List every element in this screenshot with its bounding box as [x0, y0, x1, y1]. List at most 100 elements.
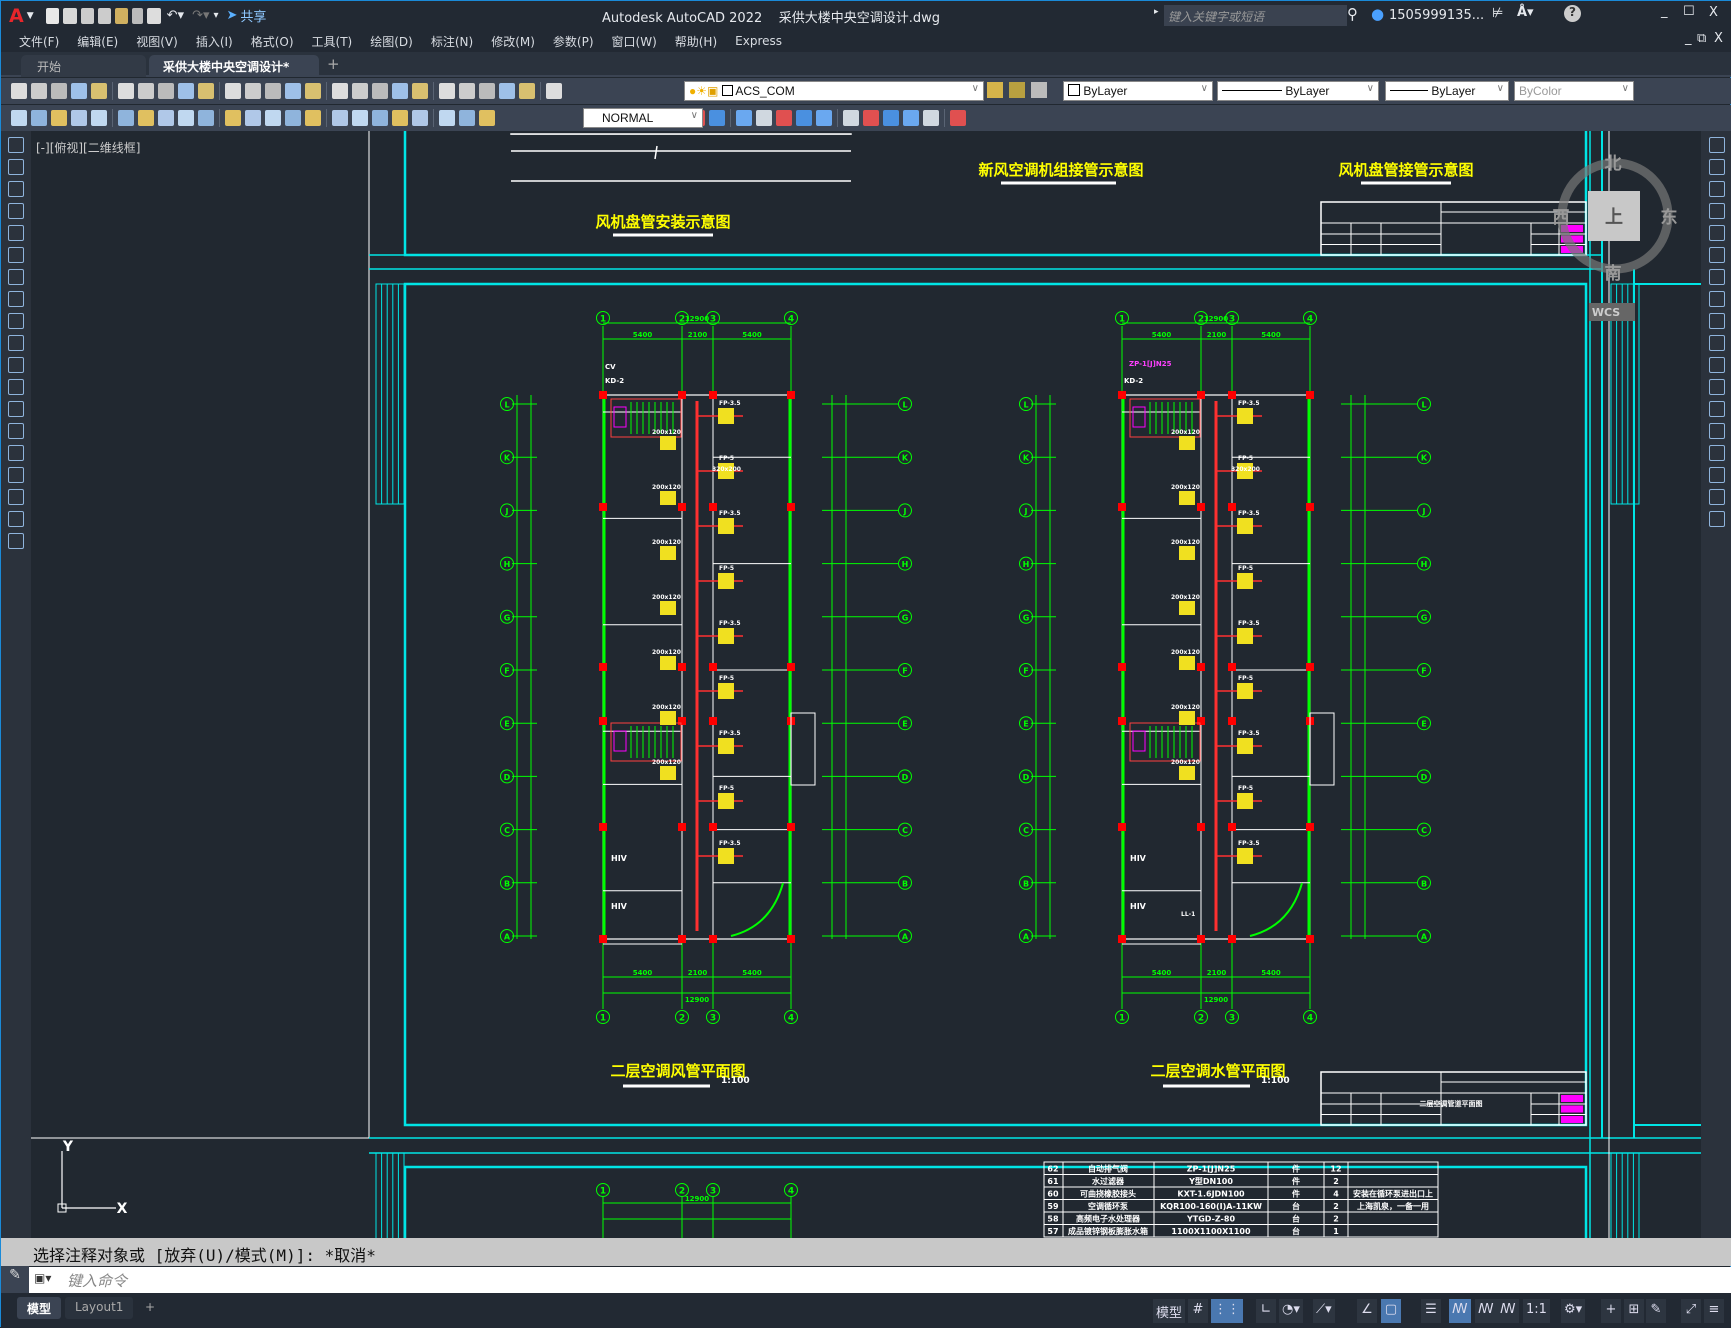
- draw-tool-icon[interactable]: [8, 423, 24, 439]
- drawing-canvas[interactable]: 风机盘管安装示意图新风空调机组接管示意图风机盘管接管示意图二层空调管道平面图12…: [31, 131, 1701, 1238]
- jogged-linear-icon[interactable]: [412, 110, 428, 126]
- new-tab-button[interactable]: +: [327, 55, 340, 73]
- properties-icon[interactable]: [392, 83, 408, 99]
- copy-icon[interactable]: [178, 83, 194, 99]
- copy-faces-icon[interactable]: [816, 110, 832, 126]
- menu-item[interactable]: 文件(F): [19, 33, 59, 50]
- drawing-svg[interactable]: 风机盘管安装示意图新风空调机组接管示意图风机盘管接管示意图二层空调管道平面图12…: [31, 131, 1701, 1238]
- cart-icon[interactable]: ⊭: [1492, 6, 1503, 21]
- layer-dropdown[interactable]: ●☀▣ ACS_COM∨: [684, 81, 984, 101]
- jogged-icon[interactable]: [178, 110, 194, 126]
- search-icon[interactable]: ⚲: [1347, 5, 1358, 23]
- move-faces-icon[interactable]: [709, 110, 725, 126]
- draw-tool-icon[interactable]: [8, 181, 24, 197]
- save-to-mobile-icon[interactable]: [132, 8, 143, 24]
- layer-properties-icon[interactable]: [546, 83, 562, 99]
- close-button[interactable]: X: [1709, 5, 1718, 20]
- menu-item[interactable]: 编辑(E): [77, 33, 118, 50]
- recent-commands-icon[interactable]: ▣▾: [34, 1271, 51, 1285]
- share-icon[interactable]: ➤: [227, 8, 238, 23]
- draw-tool-icon[interactable]: [8, 357, 24, 373]
- block-editor-icon[interactable]: [245, 83, 261, 99]
- draw-tool-icon[interactable]: [8, 225, 24, 241]
- layer-previous-icon[interactable]: [1009, 82, 1025, 98]
- share-button[interactable]: 共享: [240, 6, 266, 25]
- rotate-faces-icon[interactable]: [776, 110, 792, 126]
- dim-edit-icon[interactable]: [11, 110, 27, 126]
- redo-icon[interactable]: [285, 83, 301, 99]
- lineweight-icon[interactable]: ☰: [1421, 1299, 1441, 1323]
- search-expand-icon[interactable]: ▸: [1154, 7, 1159, 17]
- modify-tool-icon[interactable]: [1709, 203, 1725, 219]
- modify-tool-icon[interactable]: [1709, 379, 1725, 395]
- annotation-visibility-icon[interactable]: ꟿ: [1449, 1299, 1471, 1323]
- quick-properties-icon[interactable]: ✎: [1646, 1299, 1666, 1323]
- doc-restore-button[interactable]: ⧉: [1697, 31, 1706, 46]
- grid-icon[interactable]: #: [1188, 1299, 1208, 1323]
- dim-space-icon[interactable]: [305, 110, 321, 126]
- modify-tool-icon[interactable]: [1709, 445, 1725, 461]
- calculator-icon[interactable]: [499, 83, 515, 99]
- units-icon[interactable]: ⊞: [1624, 1299, 1644, 1323]
- menu-item[interactable]: 视图(V): [136, 33, 178, 50]
- imprint-icon[interactable]: [863, 110, 879, 126]
- autodesk-a360-icon[interactable]: Å▾: [1517, 5, 1534, 20]
- radius-icon[interactable]: [158, 110, 174, 126]
- menu-item[interactable]: 工具(T): [312, 33, 353, 50]
- angular-icon[interactable]: [225, 110, 241, 126]
- tolerance-icon[interactable]: [352, 110, 368, 126]
- draw-tool-icon[interactable]: [8, 489, 24, 505]
- linear-dim-icon[interactable]: [71, 110, 87, 126]
- save-icon[interactable]: [81, 8, 94, 24]
- modify-tool-icon[interactable]: [1709, 247, 1725, 263]
- object-snap-tracking-icon[interactable]: ∠: [1357, 1299, 1377, 1323]
- layout-tab-layout1[interactable]: Layout1: [65, 1297, 133, 1319]
- draw-tool-icon[interactable]: [8, 159, 24, 175]
- modify-tool-icon[interactable]: [1709, 423, 1725, 439]
- baseline-icon[interactable]: [265, 110, 281, 126]
- dimstyle-dropdown[interactable]: NORMAL∨: [583, 108, 703, 128]
- draw-tool-icon[interactable]: [8, 467, 24, 483]
- separate-icon[interactable]: [903, 110, 919, 126]
- zoom-window-icon[interactable]: [352, 83, 368, 99]
- modify-tool-icon[interactable]: [1709, 181, 1725, 197]
- modify-tool-icon[interactable]: [1709, 357, 1725, 373]
- viewport-controls-label[interactable]: [-][俯视][二维线框]: [36, 139, 140, 156]
- customize-qat-icon[interactable]: ▾: [213, 10, 218, 21]
- isometric-icon[interactable]: ⟋▾: [1313, 1299, 1335, 1323]
- minimize-button[interactable]: _: [1661, 4, 1668, 19]
- quick-dim-icon[interactable]: [245, 110, 261, 126]
- menu-item[interactable]: 参数(P): [553, 33, 594, 50]
- polar-tracking-icon[interactable]: ◔▾: [1279, 1299, 1303, 1323]
- draw-tool-icon[interactable]: [8, 313, 24, 329]
- draw-tool-icon[interactable]: [8, 445, 24, 461]
- menu-item[interactable]: 帮助(H): [675, 33, 717, 50]
- modify-tool-icon[interactable]: [1709, 467, 1725, 483]
- layer-freeze-icon[interactable]: ☀: [696, 84, 707, 98]
- tab-start[interactable]: 开始: [21, 55, 146, 77]
- save-icon[interactable]: [51, 83, 67, 99]
- menu-item[interactable]: 窗口(W): [612, 33, 657, 50]
- open-icon[interactable]: [63, 8, 77, 24]
- publish-icon[interactable]: [118, 83, 134, 99]
- modify-tool-icon[interactable]: [1709, 225, 1725, 241]
- app-menu-chevron-icon[interactable]: ▼: [27, 11, 34, 21]
- modify-tool-icon[interactable]: [1709, 401, 1725, 417]
- color-dropdown[interactable]: ByLayer∨: [1063, 81, 1213, 101]
- search-input[interactable]: 键入关键字或短语: [1164, 5, 1347, 26]
- undo-icon[interactable]: ↶▾: [167, 8, 184, 23]
- design-center-icon[interactable]: [412, 83, 428, 99]
- check-icon[interactable]: [950, 110, 966, 126]
- ordinate-icon[interactable]: [138, 110, 154, 126]
- workspace-gear-icon[interactable]: ⚙▾: [1561, 1299, 1585, 1323]
- center-mark-icon[interactable]: [372, 110, 388, 126]
- clean-icon[interactable]: [883, 110, 899, 126]
- autocad-logo[interactable]: A: [9, 5, 24, 27]
- redo-icon[interactable]: ↷▾: [192, 8, 209, 23]
- clean-screen-icon[interactable]: ⤢: [1681, 1299, 1701, 1323]
- save-as-icon[interactable]: [98, 8, 111, 24]
- modify-tool-icon[interactable]: [1709, 137, 1725, 153]
- draw-tool-icon[interactable]: [8, 401, 24, 417]
- tab-drawing-active[interactable]: 采供大楼中央空调设计* ×: [149, 55, 319, 77]
- draw-tool-icon[interactable]: [8, 269, 24, 285]
